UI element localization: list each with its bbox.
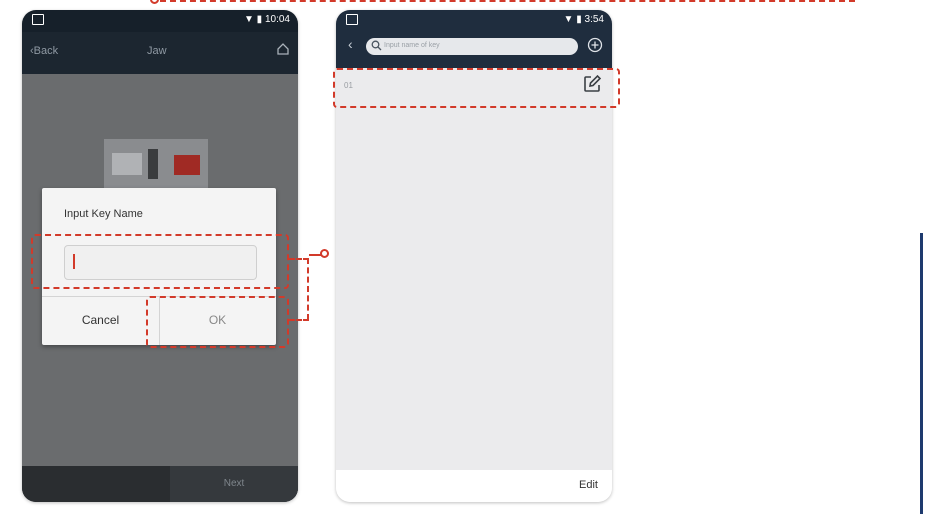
status-icons: ▼ ▮ 3:54 — [564, 14, 604, 25]
next-button[interactable]: Next — [170, 466, 298, 502]
battery-icon: ▮ — [576, 14, 582, 25]
status-bar: ▼ ▮ 10:04 — [22, 10, 298, 32]
wifi-icon: ▼ — [243, 14, 254, 25]
status-time: 3:54 — [584, 14, 604, 25]
back-chevron-icon[interactable]: ‹ — [348, 36, 353, 52]
annotation-connector — [307, 258, 309, 320]
edit-button[interactable]: Edit — [579, 479, 598, 491]
notification-icon — [32, 14, 44, 25]
status-time: 10:04 — [264, 14, 290, 25]
home-icon[interactable] — [276, 42, 290, 59]
vehicle-image — [104, 139, 208, 191]
annotation-box-ok — [146, 296, 289, 348]
annotation-box-input — [31, 234, 289, 289]
annotation-marker-mid — [320, 249, 329, 258]
annotation-line-top — [160, 0, 855, 2]
search-icon — [371, 40, 382, 53]
notification-icon — [346, 14, 358, 25]
header-bar: ▼ ▮ 3:54 ‹ Input name of key — [336, 10, 612, 68]
annotation-connector — [289, 319, 309, 321]
edge-line — [920, 233, 923, 514]
back-button[interactable]: ‹Back — [30, 45, 58, 57]
nav-bar: ‹Back Jaw — [22, 32, 298, 74]
annotation-box-key-item — [333, 68, 620, 108]
bottom-bar: Edit — [336, 470, 612, 502]
dialog-title: Input Key Name — [64, 208, 143, 220]
status-bar: ▼ ▮ 3:54 — [336, 10, 612, 32]
battery-icon: ▮ — [256, 14, 263, 25]
page-title: Jaw — [147, 45, 167, 57]
wifi-icon: ▼ — [563, 14, 574, 25]
annotation-marker-top — [150, 0, 159, 4]
status-icons: ▼ ▮ 10:04 — [244, 14, 290, 25]
add-key-icon[interactable] — [587, 37, 603, 58]
bottom-bar: Next — [22, 466, 298, 502]
annotation-connector — [289, 258, 309, 260]
search-input[interactable]: Input name of key — [366, 38, 578, 55]
cancel-button[interactable]: Cancel — [42, 296, 159, 345]
search-placeholder: Input name of key — [384, 42, 440, 49]
